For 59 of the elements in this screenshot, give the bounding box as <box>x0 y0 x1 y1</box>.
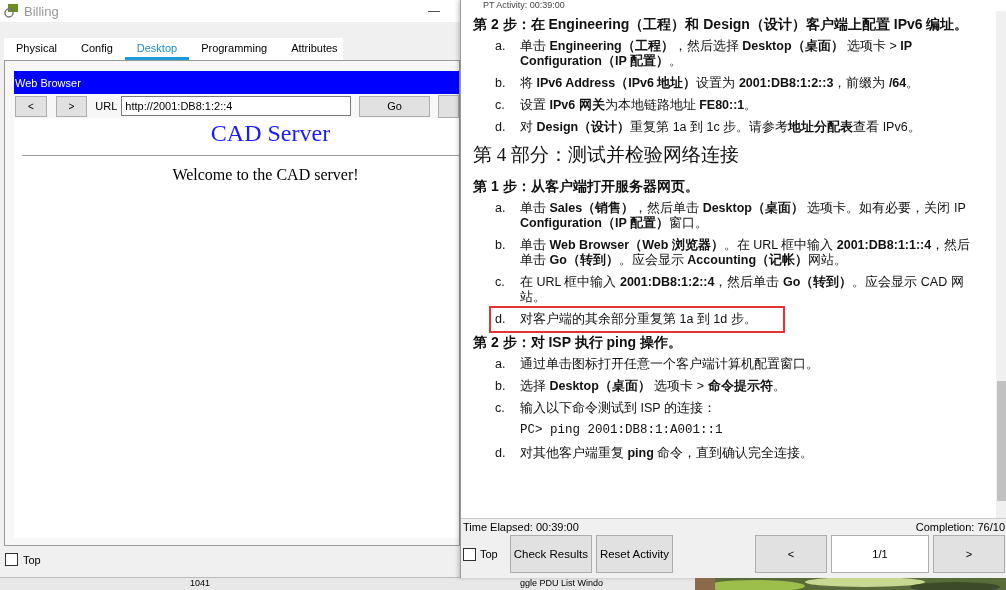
window-title: Billing <box>24 3 59 19</box>
app-icon <box>4 4 18 18</box>
part-heading: 第 4 部分：测试并检验网络连接 <box>473 143 740 167</box>
back-button[interactable]: < <box>15 95 47 117</box>
instruction-text: 通过单击图标打开任意一个客户端计算机配置窗口。 <box>520 357 819 372</box>
step-heading: 第 2 步：在 Engineering（工程）和 Design（设计）客户端上配置 IPv6 编址。 <box>473 16 970 33</box>
tab[interactable]: Config <box>68 38 125 60</box>
next-button[interactable]: > <box>933 535 1005 573</box>
instruction-text: 单击 Engineering（工程），然后选择 Desktop（桌面） 选项卡 > IP Configuration（IP 配置）。 <box>520 39 913 69</box>
check-results-button[interactable]: Check Results <box>509 535 592 573</box>
go-button[interactable]: Go <box>359 95 430 117</box>
instruction-text: 选择 Desktop（桌面） 选项卡 > 命令提示符。 <box>520 379 786 394</box>
instruction-text: 对其他客户端重复 ping 命令，直到确认完全连接。 <box>520 446 814 461</box>
instruction-text: 对客户端的其余部分重复第 1a 到 1d 步。 <box>520 312 757 327</box>
top-checkbox[interactable] <box>5 553 18 566</box>
command-text: PC> ping 2001:DB8:1:A001::1 <box>520 423 724 437</box>
item-letter: d. <box>495 446 507 461</box>
step-heading: 第 1 步：从客户端打开服务器网页。 <box>473 178 700 195</box>
instruction-text: 在 URL 框中输入 2001:DB8:1:2::4，然后单击 Go（转到）。应会显示 CAD 网站。 <box>520 275 965 305</box>
browser-title-bar: Web Browser <box>14 71 459 94</box>
url-field[interactable]: http://2001:DB8:1:2::4 <box>121 96 352 116</box>
url-label: URL <box>95 100 118 112</box>
time-elapsed: Time Elapsed: 00:39:00 <box>463 521 579 533</box>
page-field[interactable]: 1/1 <box>831 535 929 573</box>
top-label: Top <box>480 548 498 560</box>
background-text: 1041 <box>190 578 211 588</box>
instruction-text: 设置 IPv6 网关为本地链路地址 FE80::1。 <box>520 98 758 113</box>
item-letter: a. <box>495 39 507 55</box>
instruction-text: 输入以下命令测试到 ISP 的连接： <box>520 401 716 416</box>
top-checkbox[interactable] <box>463 547 476 561</box>
item-letter: b. <box>495 238 507 254</box>
instruction-text: 单击 Sales（销售），然后单击 Desktop（桌面） 选项卡。如有必要，关闭 IP Configuration（IP 配置）窗口。 <box>520 201 967 231</box>
minimize-button[interactable] <box>428 10 440 12</box>
reset-activity-button[interactable]: Reset Activity <box>595 535 673 573</box>
completion: Completion: 76/10 <box>915 521 1005 533</box>
item-letter: a. <box>495 357 507 372</box>
item-letter: c. <box>495 275 506 291</box>
item-letter: d. <box>495 312 507 327</box>
instruction-text: 对 Design（设计）重复第 1a 到 1c 步。请参考地址分配表查看 IPv6。 <box>520 120 921 135</box>
item-letter: b. <box>495 379 507 394</box>
tab[interactable]: Attributes <box>279 38 350 60</box>
tab[interactable]: Physical <box>4 38 69 60</box>
instruction-text: 将 IPv6 Address（IPv6 地址）设置为 2001:DB8:1:2::3，前缀为 /64。 <box>520 76 920 91</box>
page-text: Welcome to the CAD server! <box>172 166 359 184</box>
background-text: ggle PDU List Windo <box>520 578 604 588</box>
item-letter: c. <box>495 401 506 416</box>
item-letter: d. <box>495 120 507 135</box>
item-letter: c. <box>495 98 506 113</box>
instruction-text: 单击 Web Browser（Web 浏览器）。在 URL 框中输入 2001:DB8:1:1::4，然后单击 Go（转到）。应会显示 Accounting（记帐）网站。 <box>520 238 972 268</box>
forward-button[interactable]: > <box>55 95 88 117</box>
top-label: Top <box>23 553 41 566</box>
previous-button[interactable]: < <box>755 535 827 573</box>
item-letter: a. <box>495 201 507 217</box>
window-title: PT Activity: 00:39:00 <box>461 0 1006 11</box>
tab[interactable]: Programming <box>189 38 280 60</box>
stop-button[interactable] <box>437 94 459 118</box>
step-heading: 第 2 步：对 ISP 执行 ping 操作。 <box>473 334 683 351</box>
page-heading: CAD Server <box>210 120 331 147</box>
item-letter: b. <box>495 76 507 91</box>
